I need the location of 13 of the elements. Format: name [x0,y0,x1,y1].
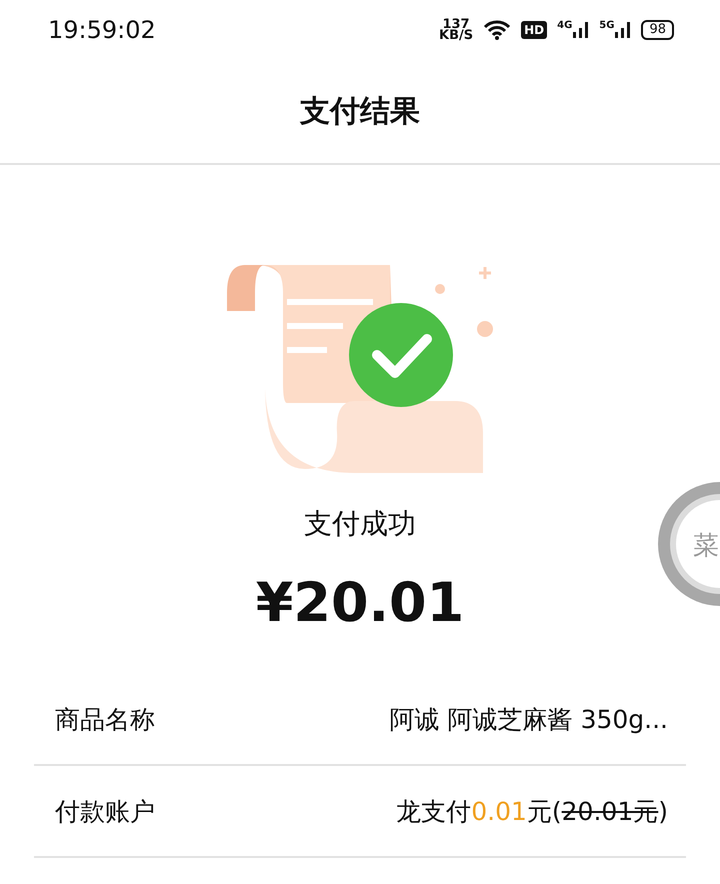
wifi-icon [483,20,512,40]
detail-label: 付款账户 [55,796,155,828]
payment-status: 支付成功 [304,506,416,542]
network-speed: 137 KB/S [439,19,474,41]
page-title: 支付结果 [300,92,420,130]
floating-button-label: 菜 [693,530,719,563]
battery-icon: 98 [641,20,674,40]
detail-value: 阿诚 阿诚芝麻酱 350g... [390,704,668,736]
detail-label: 商品名称 [55,704,155,736]
detail-value: 龙支付0.01元(20.01元) [396,796,668,828]
status-time: 19:59:02 [48,16,157,44]
hd-icon: HD [521,21,548,39]
payment-amount: ¥20.01 [256,571,464,634]
